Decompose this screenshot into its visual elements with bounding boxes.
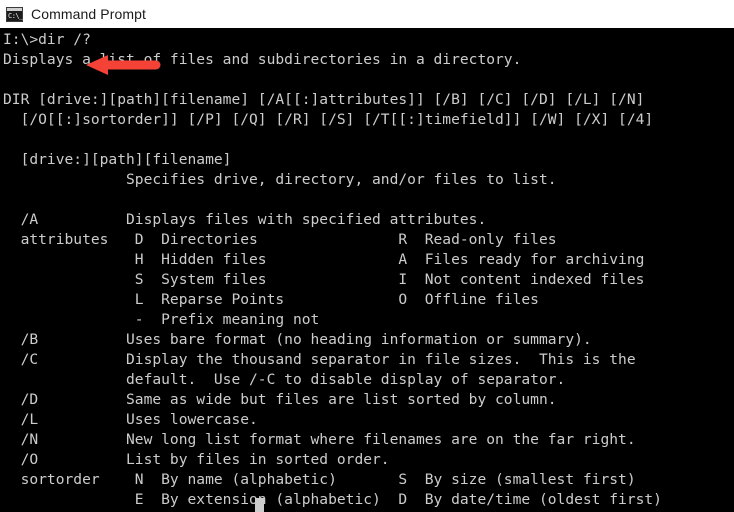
icon-caption-bar: [7, 8, 22, 11]
console-output-area[interactable]: I:\>dir /? Displays a list of files and …: [0, 28, 734, 512]
command-prompt-window: Share View Manage C:\_ Command Prompt I:…: [0, 0, 734, 512]
window-titlebar[interactable]: C:\_ Command Prompt: [0, 0, 734, 28]
icon-prompt-glyph: C:\_: [8, 12, 23, 20]
text-cursor: [255, 498, 264, 512]
console-text: I:\>dir /? Displays a list of files and …: [3, 31, 662, 512]
command-prompt-icon: C:\_: [6, 7, 23, 22]
window-title: Command Prompt: [31, 6, 146, 22]
